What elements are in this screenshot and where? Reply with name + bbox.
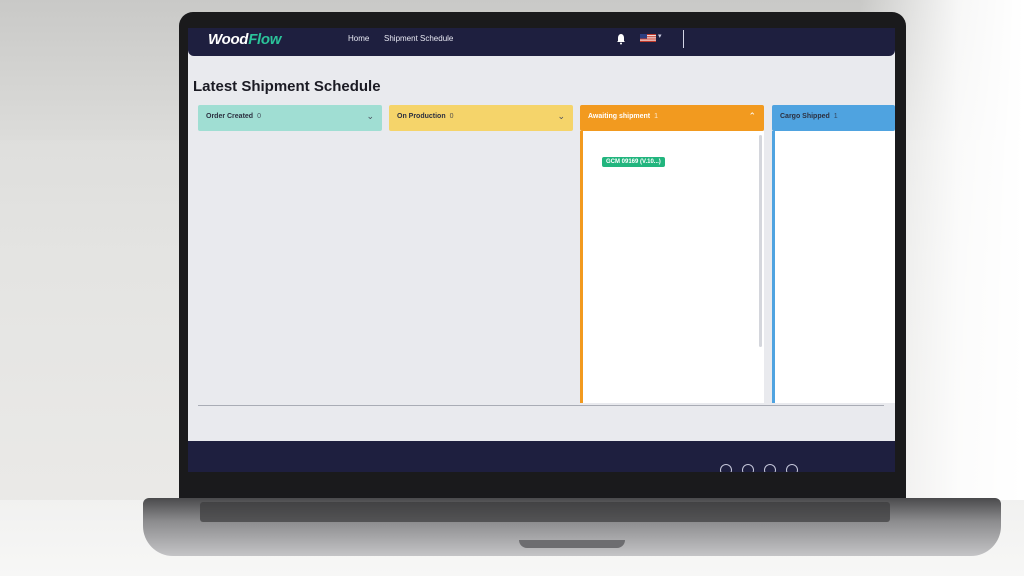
nav-divider (683, 30, 684, 48)
column-label: Order Created 0 (206, 113, 261, 120)
scrollbar[interactable] (759, 135, 762, 347)
us-flag-icon[interactable] (640, 34, 656, 42)
footer (188, 441, 895, 472)
chevron-up-icon[interactable]: ⌃ (748, 111, 756, 122)
chevron-down-icon[interactable]: ⌄ (557, 111, 565, 122)
chevron-down-icon[interactable]: ⌄ (366, 111, 374, 122)
cargo-shipped-card-list[interactable] (772, 131, 895, 403)
screen: WoodFlow Home Shipment Schedule ▾ Latest… (188, 28, 895, 472)
column-label: On Production 0 (397, 113, 454, 120)
column-order-created[interactable]: Order Created 0 ⌄ (198, 105, 382, 131)
laptop-notch (519, 540, 625, 548)
instagram-icon[interactable] (764, 464, 776, 472)
vessel-badge: GCM 09169 (V.10...) (602, 157, 665, 167)
board-bottom-divider (198, 405, 884, 406)
card-status-stripe (772, 131, 775, 403)
page-title: Latest Shipment Schedule (193, 78, 381, 95)
column-label: Cargo Shipped 1 (780, 113, 838, 120)
column-label: Awaiting shipment 1 (588, 113, 659, 120)
laptop-keyboard (200, 502, 890, 522)
logo-text-wood: Wood (208, 31, 249, 48)
facebook-icon[interactable] (720, 464, 732, 472)
column-cargo-shipped[interactable]: Cargo Shipped 1 (772, 105, 895, 131)
logo-text-flow: Flow (248, 31, 282, 48)
nav-home-link[interactable]: Home (348, 34, 369, 43)
card-status-stripe (580, 131, 583, 403)
linkedin-icon[interactable] (786, 464, 798, 472)
column-on-production[interactable]: On Production 0 ⌄ (389, 105, 573, 131)
awaiting-shipment-card-list[interactable]: GCM 09169 (V.10...) (580, 131, 764, 403)
bell-icon[interactable] (616, 33, 626, 45)
nav-shipment-schedule-link[interactable]: Shipment Schedule (384, 34, 453, 43)
top-navigation: WoodFlow Home Shipment Schedule ▾ (188, 28, 895, 56)
column-awaiting-shipment[interactable]: Awaiting shipment 1 ⌃ (580, 105, 764, 131)
woodflow-logo[interactable]: WoodFlow (208, 31, 281, 48)
language-caret-icon[interactable]: ▾ (658, 32, 662, 40)
twitter-icon[interactable] (742, 464, 754, 472)
